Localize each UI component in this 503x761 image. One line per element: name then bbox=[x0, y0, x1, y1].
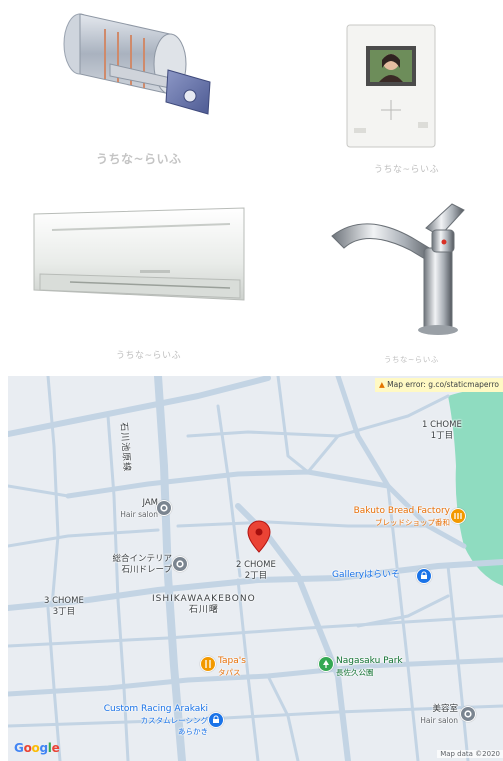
place-label-3chome: 3 CHOME 3丁目 bbox=[44, 596, 84, 617]
intercom-photo bbox=[346, 24, 436, 148]
bakery-icon[interactable] bbox=[450, 508, 466, 524]
salon-icon[interactable] bbox=[460, 706, 476, 722]
google-logo: Google bbox=[14, 741, 60, 755]
map-error-text: Map error: g.co/staticmaperro bbox=[387, 380, 499, 389]
product-photo-grid: うちな~らいふ うちな~らいふ うちな~らいふ うちな~らいふ bbox=[0, 0, 503, 372]
air-conditioner-photo bbox=[30, 204, 248, 306]
map-error-banner: ▲ Map error: g.co/staticmaperro bbox=[374, 378, 503, 392]
faucet-photo bbox=[326, 200, 476, 338]
district-label: ISHIKAWAAKEBONO 石川曙 bbox=[152, 594, 256, 615]
faucet-photo-watermark: うちな~らいふ bbox=[384, 355, 439, 364]
aircon-photo-watermark: うちな~らいふ bbox=[116, 351, 182, 361]
park-icon[interactable] bbox=[318, 656, 334, 672]
place-label-1chome: 1 CHOME 1丁目 bbox=[422, 420, 462, 441]
intercom-photo-watermark: うちな~らいふ bbox=[374, 165, 440, 175]
shop-icon[interactable] bbox=[208, 712, 224, 728]
lock-photo-watermark: うちな~らいふ bbox=[96, 152, 182, 166]
place-label-nagasaku-park[interactable]: Nagasaku Park 長佐久公園 bbox=[336, 656, 403, 678]
place-label-jam[interactable]: JAM Hair salon bbox=[116, 498, 158, 520]
place-label-sogo-interior[interactable]: 総合インテリア 石川ドレープ bbox=[86, 554, 172, 576]
map-attribution[interactable]: Map data ©2020 bbox=[437, 750, 503, 758]
hair-salon-icon[interactable] bbox=[156, 500, 172, 516]
location-pin-icon bbox=[247, 520, 271, 553]
gallery-icon[interactable] bbox=[416, 568, 432, 584]
restaurant-icon[interactable] bbox=[200, 656, 216, 672]
place-label-biyoshitsu[interactable]: 美容室 Hair salon bbox=[416, 704, 458, 726]
warning-icon: ▲ bbox=[378, 380, 385, 389]
place-label-2chome: 2 CHOME 2丁目 bbox=[236, 560, 276, 581]
location-map[interactable]: 石川池原線 1 CHOME 1丁目 JAM Hair salon Bakuto B… bbox=[8, 376, 503, 761]
place-label-tapas[interactable]: Tapa's タパス bbox=[218, 656, 246, 678]
place-label-gallery[interactable]: Galleryはらいそ bbox=[332, 570, 400, 581]
store-icon[interactable] bbox=[172, 556, 188, 572]
place-label-bakuto-bread[interactable]: Bakuto Bread Factory ブレッドショップ番和 bbox=[332, 506, 450, 528]
lock-cylinder-photo bbox=[50, 4, 220, 144]
place-label-custom-racing[interactable]: Custom Racing Arakaki カスタムレーシング あらかき bbox=[90, 704, 208, 737]
